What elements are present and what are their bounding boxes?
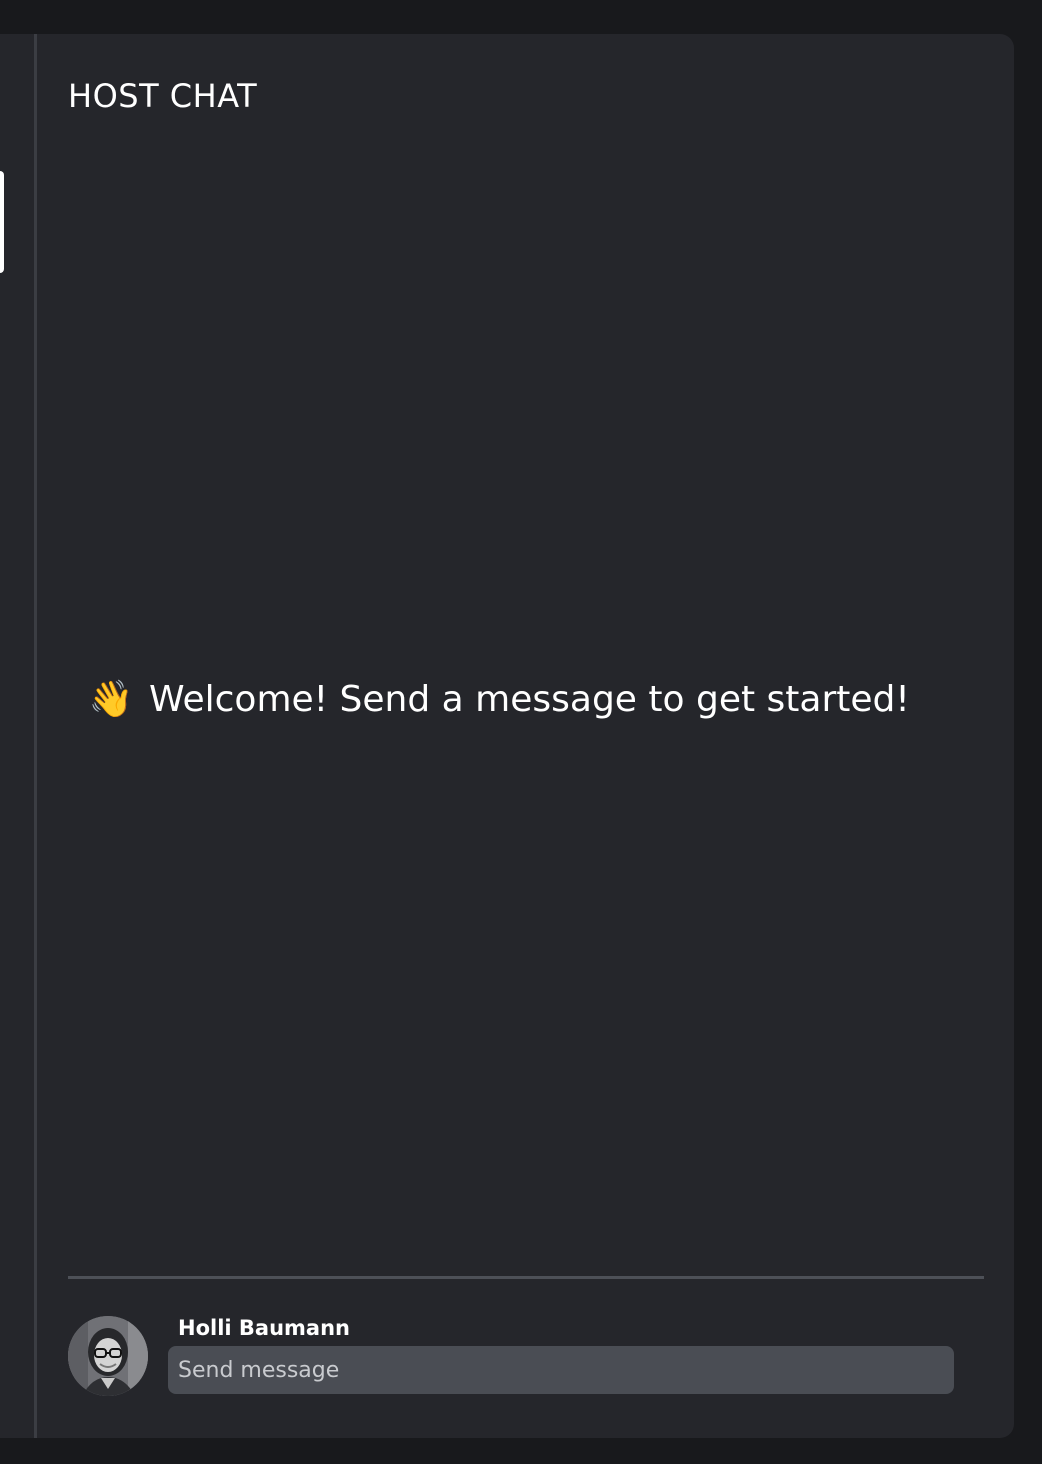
composer-divider [68, 1276, 984, 1279]
welcome-text: Welcome! Send a message to get started! [149, 679, 910, 720]
waving-hand-icon: 👋 [88, 679, 134, 720]
host-chat-panel: HOST CHAT 👋 Welcome! Send a message to g… [37, 34, 1014, 1438]
user-name: Holli Baumann [178, 1316, 350, 1340]
welcome-message: 👋 Welcome! Send a message to get started… [89, 678, 910, 722]
avatar-image [68, 1316, 148, 1396]
left-panel-tab[interactable] [0, 171, 4, 273]
send-message-input[interactable] [168, 1346, 954, 1394]
avatar [68, 1316, 148, 1396]
chat-title: HOST CHAT [68, 77, 258, 115]
left-panel [0, 34, 34, 1438]
